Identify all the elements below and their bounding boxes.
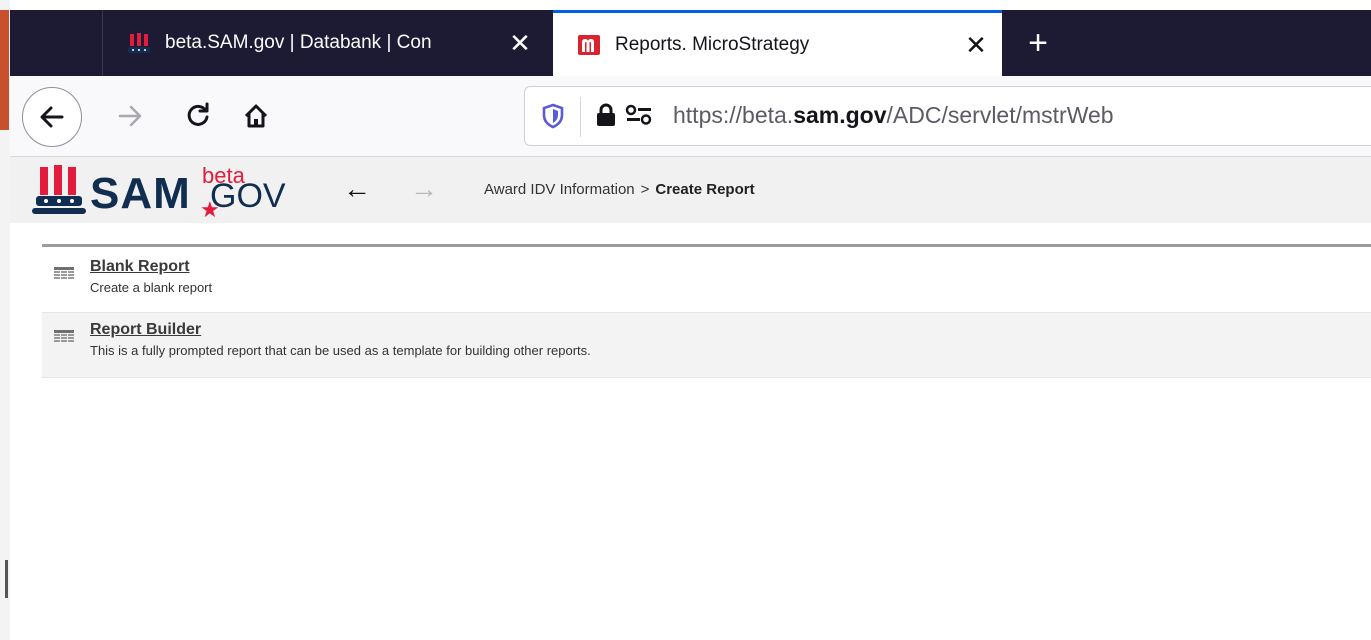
sam-gov-logo[interactable]: SAM beta ★ GOV	[32, 163, 322, 222]
urlbar-separator	[580, 97, 581, 137]
tracking-protection-shield-icon[interactable]	[541, 103, 565, 134]
report-grid-icon	[54, 330, 74, 349]
breadcrumb: Award IDV Information > Create Report	[484, 181, 755, 198]
uncle-sam-hat-icon	[32, 165, 86, 214]
url-prefix: https://beta.	[673, 102, 794, 128]
breadcrumb-separator: >	[640, 181, 650, 198]
list-item-report-builder[interactable]: Report Builder This is a fully prompted …	[42, 312, 1371, 378]
report-description: Create a blank report	[90, 280, 213, 295]
browser-back-button[interactable]	[22, 87, 82, 147]
back-arrow-icon	[40, 106, 64, 128]
tab-sam-databank[interactable]: beta.SAM.gov | Databank | Con ✕	[102, 10, 546, 76]
breadcrumb-current: Create Report	[655, 181, 755, 198]
home-button[interactable]	[228, 88, 284, 144]
desktop-edge	[0, 0, 10, 640]
forward-arrow-icon	[118, 105, 142, 127]
url-path: /ADC/servlet/mstrWeb	[886, 102, 1114, 128]
address-bar[interactable]: https://beta.sam.gov/ADC/servlet/mstrWeb	[524, 86, 1371, 146]
url-text[interactable]: https://beta.sam.gov/ADC/servlet/mstrWeb	[673, 102, 1114, 129]
home-icon	[244, 104, 268, 128]
permissions-icon[interactable]	[625, 104, 653, 131]
page-forward-button[interactable]: →	[410, 175, 438, 203]
report-name-link[interactable]: Report Builder	[90, 321, 201, 339]
tab-close-icon[interactable]: ✕	[500, 30, 540, 56]
tab-title: beta.SAM.gov | Databank | Con	[165, 32, 432, 53]
reload-icon	[187, 102, 209, 126]
sam-header: SAM beta ★ GOV ← → Award IDV Information…	[10, 157, 1371, 223]
browser-forward-button[interactable]	[102, 88, 158, 144]
logo-sam-text: SAM	[90, 169, 191, 218]
new-tab-button[interactable]: +	[1016, 10, 1060, 76]
lock-icon[interactable]	[595, 102, 617, 133]
sam-favicon-icon	[127, 31, 151, 55]
report-name-link[interactable]: Blank Report	[90, 258, 190, 276]
navigation-toolbar: https://beta.sam.gov/ADC/servlet/mstrWeb	[10, 76, 1371, 157]
desktop-accent	[0, 10, 9, 130]
list-item-blank-report[interactable]: Blank Report Create a blank report	[42, 250, 1371, 310]
desktop-mark	[5, 560, 8, 598]
tab-close-icon[interactable]: ✕	[956, 32, 996, 58]
report-grid-icon	[54, 267, 74, 286]
report-description: This is a fully prompted report that can…	[90, 343, 591, 358]
logo-gov-text: GOV	[210, 177, 286, 215]
tab-bar: beta.SAM.gov | Databank | Con ✕ Reports.…	[10, 10, 1371, 76]
screen: beta.SAM.gov | Databank | Con ✕ Reports.…	[0, 0, 1371, 640]
page-back-button[interactable]: ←	[343, 175, 371, 203]
content-divider	[42, 244, 1371, 247]
url-domain: sam.gov	[793, 102, 887, 128]
tab-title: Reports. MicroStrategy	[615, 33, 810, 55]
microstrategy-favicon-icon	[577, 33, 601, 57]
reload-button[interactable]	[170, 88, 226, 144]
tab-microstrategy-reports[interactable]: Reports. MicroStrategy ✕	[553, 10, 1002, 76]
breadcrumb-parent[interactable]: Award IDV Information	[484, 181, 635, 198]
